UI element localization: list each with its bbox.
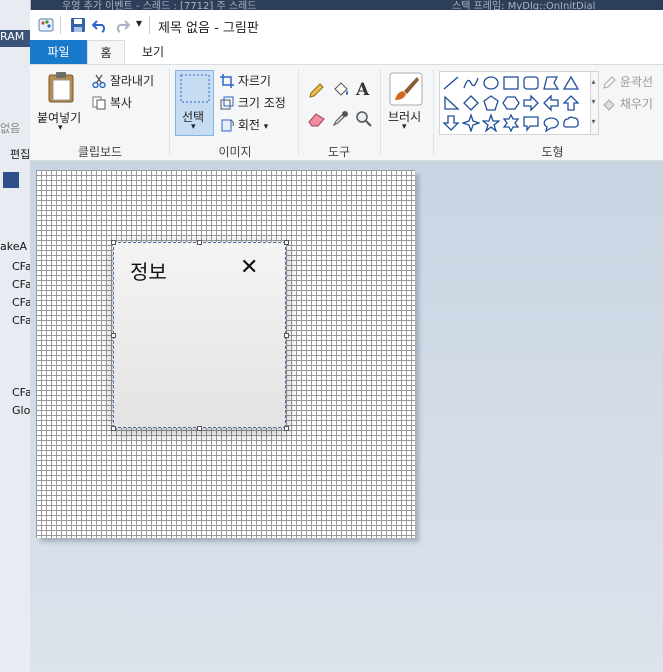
fill-button[interactable]: 채우기: [602, 95, 653, 112]
curve-shape-icon[interactable]: [462, 74, 480, 92]
hexagon-shape-icon[interactable]: [502, 94, 520, 112]
crop-icon: [220, 74, 234, 88]
triangle-shape-icon[interactable]: [562, 74, 580, 92]
chevron-down-icon: ▾: [263, 122, 269, 132]
resize-handle[interactable]: [111, 426, 116, 431]
cloud-callout-shape-icon[interactable]: [562, 114, 580, 132]
save-icon[interactable]: [70, 17, 86, 33]
four-point-star-shape-icon[interactable]: [462, 114, 480, 132]
bg-fragment: 없음: [0, 122, 21, 135]
resize-label: 크기 조정: [237, 96, 286, 110]
oval-shape-icon[interactable]: [482, 74, 500, 92]
pencil-icon[interactable]: [308, 83, 324, 99]
diamond-shape-icon[interactable]: [462, 94, 480, 112]
cut-button[interactable]: 잘라내기: [92, 72, 154, 89]
down-arrow-shape-icon[interactable]: [442, 114, 460, 132]
chevron-down-icon: ▾: [191, 122, 196, 132]
outline-pen-icon: [603, 76, 616, 89]
chevron-down-icon: ▾: [58, 123, 63, 133]
ribbon-tabs: 파일 홈 보기: [30, 40, 663, 65]
resize-handle[interactable]: [284, 240, 289, 245]
clipboard-icon: [48, 72, 74, 103]
resize-button[interactable]: 크기 조정: [220, 94, 286, 111]
group-separator: [433, 69, 434, 155]
redo-icon[interactable]: [114, 17, 130, 33]
fill-bucket-icon[interactable]: [332, 81, 350, 99]
qat-separator: [60, 16, 61, 34]
color-picker-icon[interactable]: [332, 110, 349, 127]
select-button[interactable]: 선택 ▾: [175, 70, 214, 136]
resize-handle[interactable]: [197, 426, 202, 431]
brush-icon: [389, 72, 423, 106]
chevron-down-icon: ▾: [402, 122, 407, 132]
crop-button[interactable]: 자르기: [220, 72, 271, 89]
tab-view[interactable]: 보기: [128, 40, 178, 64]
cut-label: 잘라내기: [109, 74, 154, 88]
undo-icon[interactable]: [92, 17, 108, 33]
selection-rectangle-icon: [180, 74, 210, 103]
brushes-button[interactable]: 브러시 ▾: [385, 70, 427, 140]
fill-icon: [603, 99, 615, 111]
polygon-shape-icon[interactable]: [542, 74, 560, 92]
shapes-gallery-scroll[interactable]: ▴ ▾ ▾: [589, 71, 599, 135]
bg-fragment: RAM: [0, 30, 30, 47]
rotate-button[interactable]: 회전 ▾: [220, 116, 268, 133]
six-point-star-shape-icon[interactable]: [502, 114, 520, 132]
magnifier-icon[interactable]: [355, 110, 372, 127]
eraser-icon[interactable]: [308, 111, 326, 127]
right-triangle-shape-icon[interactable]: [442, 94, 460, 112]
background-app-titlebar: 우영 추가 이벤트 - 스레드 : [7712] 주 스레드 스택 프레임: M…: [0, 0, 663, 12]
selection-rectangle[interactable]: [113, 242, 286, 428]
group-label-image: 이미지: [218, 145, 252, 159]
title-bar: ▾ 제목 없음 - 그림판: [30, 10, 663, 40]
fill-label: 채우기: [619, 97, 653, 111]
paste-button[interactable]: 붙여넣기 ▾: [34, 69, 88, 139]
copy-button[interactable]: 복사: [92, 94, 132, 111]
rounded-rectangle-shape-icon[interactable]: [522, 74, 540, 92]
copy-icon: [92, 96, 106, 110]
five-point-star-shape-icon[interactable]: [482, 114, 500, 132]
right-arrow-shape-icon[interactable]: [522, 94, 540, 112]
title-separator: [149, 16, 150, 34]
copy-label: 복사: [109, 96, 132, 110]
qat-customize-button[interactable]: ▾: [136, 16, 142, 30]
ribbon-home: 붙여넣기 ▾ 잘라내기 복사 클립보드 선택 ▾ 자르기 크기 조정 회전 ▾ …: [30, 64, 663, 161]
group-label-clipboard: 클립보드: [77, 145, 123, 159]
scissors-icon: [92, 74, 106, 89]
oval-callout-shape-icon[interactable]: [542, 114, 560, 132]
rectangle-shape-icon[interactable]: [502, 74, 520, 92]
resize-handle[interactable]: [111, 240, 116, 245]
left-arrow-shape-icon[interactable]: [542, 94, 560, 112]
rotate-icon: [221, 119, 234, 132]
group-separator: [380, 69, 381, 155]
group-label-shapes: 도형: [541, 145, 564, 159]
resize-icon: [220, 96, 234, 110]
up-arrow-shape-icon[interactable]: [562, 94, 580, 112]
resize-handle[interactable]: [197, 240, 202, 245]
paint-app-icon: [38, 18, 54, 32]
bg-fragment: akeA: [0, 240, 28, 253]
tab-file[interactable]: 파일: [30, 40, 87, 64]
outline-button[interactable]: 윤곽선: [602, 73, 653, 90]
rect-callout-shape-icon[interactable]: [522, 114, 540, 132]
outline-label: 윤곽선: [619, 75, 653, 89]
tab-home[interactable]: 홈: [87, 40, 125, 65]
background-app-panel: RAM 없음 편집 akeA CFa CFa CFa CFa CFa Glo: [0, 0, 32, 672]
shapes-gallery: [439, 71, 591, 135]
line-shape-icon[interactable]: [442, 74, 460, 92]
crop-label: 자르기: [237, 74, 271, 88]
window-title: 제목 없음 - 그림판: [158, 21, 259, 36]
text-tool-icon[interactable]: A: [356, 80, 369, 100]
resize-handle[interactable]: [111, 333, 116, 338]
resize-handle[interactable]: [284, 333, 289, 338]
pentagon-shape-icon[interactable]: [482, 94, 500, 112]
rotate-label: 회전: [237, 118, 260, 132]
save-icon: [3, 172, 19, 188]
group-label-tools: 도구: [327, 145, 351, 159]
resize-handle[interactable]: [284, 426, 289, 431]
group-separator: [169, 69, 170, 155]
